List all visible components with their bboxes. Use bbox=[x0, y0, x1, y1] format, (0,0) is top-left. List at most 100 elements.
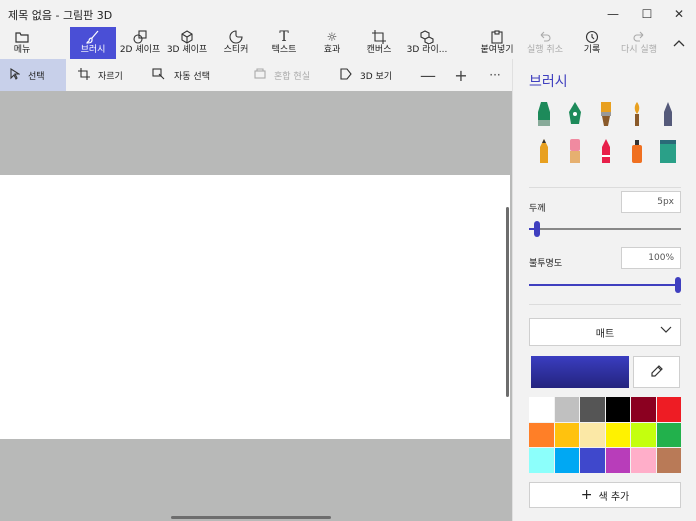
pencil-brush-icon[interactable] bbox=[531, 136, 557, 166]
color-swatch[interactable] bbox=[529, 422, 554, 448]
color-swatch[interactable] bbox=[631, 448, 656, 473]
effects-tab[interactable]: ☼ 효과 bbox=[316, 27, 348, 59]
shapes2d-label: 2D 셰이프 bbox=[119, 45, 161, 55]
color-palette bbox=[529, 397, 681, 473]
opacity-slider-fill bbox=[529, 284, 681, 286]
clock-icon bbox=[585, 29, 599, 44]
zoom-out-button[interactable]: — bbox=[414, 59, 442, 91]
redo-label: 다시 실행 bbox=[621, 45, 657, 55]
maximize-button[interactable]: ☐ bbox=[630, 0, 664, 27]
drawing-canvas[interactable] bbox=[0, 175, 510, 439]
plus-icon: + bbox=[580, 487, 593, 503]
oil-brush-brush-icon[interactable] bbox=[593, 99, 619, 129]
undo-label: 실행 취소 bbox=[527, 45, 563, 55]
history-label: 기록 bbox=[583, 45, 601, 55]
add-color-button[interactable]: + 색 추가 bbox=[529, 482, 681, 508]
color-swatch[interactable] bbox=[554, 397, 579, 422]
undo-icon bbox=[538, 29, 552, 44]
brush-tab[interactable]: 브러시 bbox=[70, 27, 116, 59]
color-swatch[interactable] bbox=[631, 422, 656, 448]
select-label: 선택 bbox=[28, 71, 45, 82]
material-dropdown[interactable]: 매트 bbox=[529, 318, 681, 346]
minimize-button[interactable]: — bbox=[596, 0, 630, 27]
chevron-down-icon bbox=[660, 326, 672, 337]
eyedropper-button[interactable] bbox=[633, 356, 680, 388]
main-toolbar: 메뉴 브러시 2D 셰이프 3D 셰이프 스티커 T 텍스트 ☼ 효과 캔버스 … bbox=[0, 27, 696, 59]
workspace[interactable] bbox=[0, 91, 512, 521]
color-swatch[interactable] bbox=[554, 448, 579, 473]
shapes2d-tab[interactable]: 2D 셰이프 bbox=[118, 27, 162, 59]
opacity-label: 불투명도 bbox=[529, 259, 563, 269]
undo-button[interactable]: 실행 취소 bbox=[524, 27, 566, 59]
paint3d-window: 제목 없음 - 그림판 3D — ☐ ✕ 메뉴 브러시 2D 셰이프 3D 셰이… bbox=[0, 0, 696, 521]
color-swatch[interactable] bbox=[580, 397, 605, 422]
shapes3d-tab[interactable]: 3D 셰이프 bbox=[164, 27, 210, 59]
crop-tool[interactable]: 자르기 bbox=[78, 59, 123, 91]
marker-brush-icon[interactable] bbox=[531, 99, 557, 129]
menu-button[interactable]: 메뉴 bbox=[4, 27, 40, 59]
menu-label: 메뉴 bbox=[13, 45, 31, 55]
opacity-input[interactable]: 100% bbox=[621, 247, 681, 269]
opacity-slider-thumb[interactable] bbox=[675, 277, 681, 293]
thickness-input[interactable]: 5px bbox=[621, 191, 681, 213]
collapse-toolbar-button[interactable] bbox=[666, 27, 692, 59]
redo-icon bbox=[632, 29, 646, 44]
divider bbox=[529, 304, 681, 305]
current-color-swatch[interactable] bbox=[531, 356, 629, 388]
library3d-tab[interactable]: 3D 라이... bbox=[404, 27, 450, 59]
spraycan-brush-icon[interactable] bbox=[624, 136, 650, 166]
canvas-tab[interactable]: 캔버스 bbox=[360, 27, 398, 59]
thickness-slider[interactable] bbox=[529, 221, 681, 237]
paste-button[interactable]: 붙여넣기 bbox=[476, 27, 518, 59]
pixel-pen-brush-icon[interactable] bbox=[655, 99, 681, 129]
thickness-slider-thumb[interactable] bbox=[534, 221, 541, 237]
select-tool[interactable]: 선택 bbox=[0, 59, 66, 91]
color-swatch[interactable] bbox=[529, 448, 554, 473]
close-button[interactable]: ✕ bbox=[662, 0, 696, 27]
mixed-reality-icon bbox=[254, 67, 266, 83]
more-options-button[interactable]: ··· bbox=[481, 59, 509, 91]
cube-icon bbox=[180, 29, 194, 44]
shapes3d-label: 3D 셰이프 bbox=[166, 45, 208, 55]
text-icon: T bbox=[279, 28, 289, 45]
magic-select-tool[interactable]: 자동 선택 bbox=[152, 59, 210, 91]
color-swatch[interactable] bbox=[605, 397, 630, 422]
text-tab[interactable]: T 텍스트 bbox=[266, 27, 302, 59]
view3d-toggle[interactable]: 3D 보기 bbox=[340, 59, 392, 91]
color-swatch[interactable] bbox=[580, 422, 605, 448]
calligraphy-pen-brush-icon[interactable] bbox=[562, 99, 588, 129]
zoom-in-button[interactable]: + bbox=[447, 59, 475, 91]
view3d-label: 3D 보기 bbox=[360, 71, 393, 82]
horizontal-scrollbar[interactable] bbox=[171, 516, 331, 519]
sticker-tab[interactable]: 스티커 bbox=[218, 27, 254, 59]
fill-brush-icon[interactable] bbox=[655, 136, 681, 166]
redo-button[interactable]: 다시 실행 bbox=[618, 27, 660, 59]
color-swatch[interactable] bbox=[580, 448, 605, 473]
panel-title: 브러시 bbox=[529, 74, 568, 90]
mixed-reality-tool[interactable]: 혼합 현실 bbox=[254, 59, 310, 91]
material-value: 매트 bbox=[595, 328, 615, 340]
crayon-brush-icon[interactable] bbox=[593, 136, 619, 166]
history-button[interactable]: 기록 bbox=[576, 27, 608, 59]
eraser-brush-icon[interactable] bbox=[562, 136, 588, 166]
chevron-up-icon bbox=[673, 36, 685, 51]
color-swatch[interactable] bbox=[631, 397, 656, 422]
color-swatch[interactable] bbox=[529, 397, 554, 422]
window-title: 제목 없음 - 그림판 3D bbox=[8, 9, 113, 22]
clipboard-icon bbox=[490, 29, 504, 44]
title-bar: 제목 없음 - 그림판 3D — ☐ ✕ bbox=[0, 0, 696, 27]
color-swatch[interactable] bbox=[656, 448, 681, 473]
shapes2d-icon bbox=[133, 29, 147, 44]
opacity-slider[interactable] bbox=[529, 277, 681, 293]
paste-label: 붙여넣기 bbox=[480, 45, 514, 55]
text-label: 텍스트 bbox=[271, 45, 297, 55]
color-swatch[interactable] bbox=[656, 422, 681, 448]
color-swatch[interactable] bbox=[605, 422, 630, 448]
color-swatch[interactable] bbox=[554, 422, 579, 448]
color-swatch[interactable] bbox=[656, 397, 681, 422]
vertical-scrollbar[interactable] bbox=[506, 207, 509, 397]
color-swatch[interactable] bbox=[605, 448, 630, 473]
watercolor-brush-icon[interactable] bbox=[624, 99, 650, 129]
crop-canvas-icon bbox=[372, 29, 386, 44]
cursor-icon bbox=[10, 67, 21, 83]
